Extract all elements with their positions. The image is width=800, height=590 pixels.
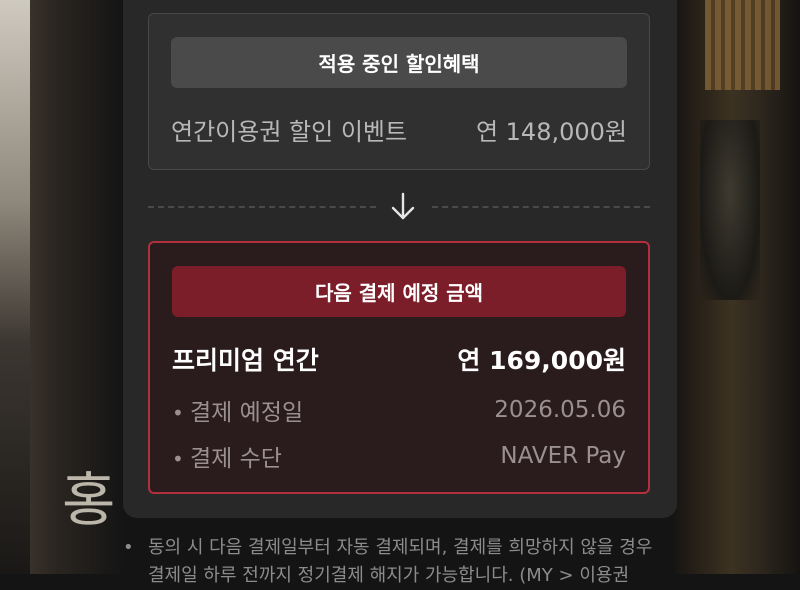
divider-left <box>148 206 376 208</box>
payment-date-value: 2026.05.06 <box>494 397 626 423</box>
background-creature <box>700 120 760 300</box>
next-payment-card: 다음 결제 예정 금액 프리미엄 연간 연 169,000원 • 결제 예정일 2… <box>148 241 650 494</box>
background-left-artwork: 홍 <box>0 0 125 574</box>
plan-amount: 연 169,000원 <box>457 346 626 375</box>
payment-date-row: • 결제 예정일 2026.05.06 <box>172 393 626 427</box>
next-payment-header: 다음 결제 예정 금액 <box>172 266 626 317</box>
notice-text: 동의 시 다음 결제일부터 자동 결제되며, 결제를 희망하지 않을 경우 결제… <box>148 534 678 590</box>
payment-method-label: 결제 수단 <box>190 446 282 472</box>
background-right-artwork <box>675 0 800 574</box>
divider-right <box>432 206 650 208</box>
bullet-dot: • <box>172 401 184 425</box>
payment-method-value: NAVER Pay <box>500 443 626 469</box>
background-figure <box>0 0 30 574</box>
discount-card: 적용 중인 할인혜택 연간이용권 할인 이벤트 연 148,000원 <box>148 13 650 170</box>
plan-row: 프리미엄 연간 연 169,000원 <box>172 341 626 377</box>
discount-header: 적용 중인 할인혜택 <box>171 37 627 88</box>
payment-date-label: 결제 예정일 <box>190 400 304 426</box>
discount-event-amount: 연 148,000원 <box>475 118 627 146</box>
payment-method-row: • 결제 수단 NAVER Pay <box>172 439 626 473</box>
bullet-dot: • <box>172 447 184 471</box>
background-title-glyph: 홍 <box>62 466 116 534</box>
arrow-down-icon <box>391 192 415 220</box>
notice-line-1: 동의 시 다음 결제일부터 자동 결제되며, 결제를 희망하지 않을 경우 <box>148 537 653 558</box>
background-building <box>705 0 780 90</box>
notice-bullet: • <box>123 537 134 558</box>
discount-event-label: 연간이용권 할인 이벤트 <box>171 118 408 146</box>
plan-name: 프리미엄 연간 <box>172 346 319 375</box>
discount-event-row: 연간이용권 할인 이벤트 연 148,000원 <box>171 112 627 147</box>
notice-line-2: 결제일 하루 전까지 정기결제 해지가 가능합니다. (MY > 이용권 <box>148 565 630 586</box>
